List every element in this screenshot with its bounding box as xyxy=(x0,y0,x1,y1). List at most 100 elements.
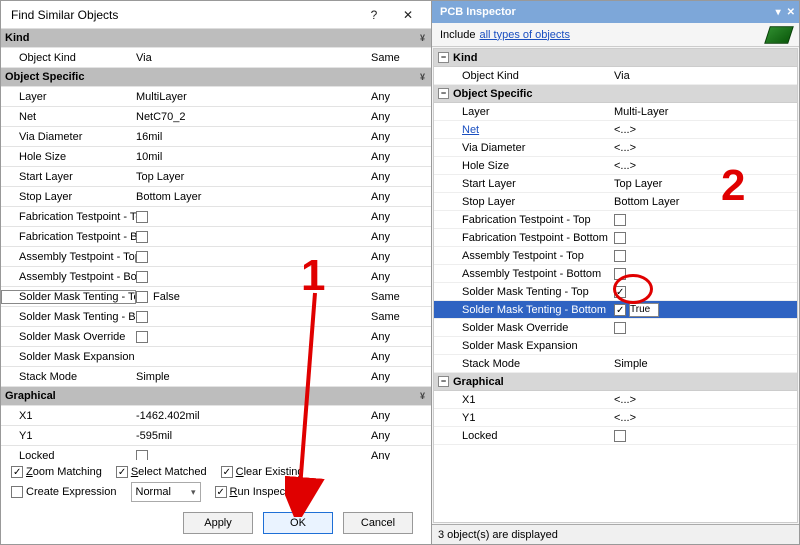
criteria-row[interactable]: Start LayerTop LayerAny xyxy=(1,167,431,187)
inspector-row[interactable]: Solder Mask Tenting - Top xyxy=(434,283,797,301)
section-kind[interactable]: Kind ¥ xyxy=(1,29,431,48)
criteria-row[interactable]: Stop LayerBottom LayerAny xyxy=(1,187,431,207)
criteria-row[interactable]: NetNetC70_2Any xyxy=(1,107,431,127)
criteria-row[interactable]: Hole Size10milAny xyxy=(1,147,431,167)
match-mode[interactable]: Any xyxy=(371,171,431,183)
criteria-row[interactable]: X1-1462.402milAny xyxy=(1,406,431,426)
criteria-row[interactable]: Via Diameter16milAny xyxy=(1,127,431,147)
inspector-row[interactable]: Start LayerTop Layer xyxy=(434,175,797,193)
criteria-row[interactable]: LayerMultiLayerAny xyxy=(1,87,431,107)
inspector-row[interactable]: Hole Size<...> xyxy=(434,157,797,175)
match-mode[interactable]: Any xyxy=(371,410,431,422)
panel-close-icon[interactable]: ✕ xyxy=(787,7,795,18)
criteria-value[interactable] xyxy=(136,310,371,322)
criteria-row[interactable]: Fabrication Testpoint - TopAny xyxy=(1,207,431,227)
criteria-row[interactable]: Assembly Testpoint - TopAny xyxy=(1,247,431,267)
criteria-value[interactable]: 16mil xyxy=(136,131,371,143)
match-mode[interactable]: Any xyxy=(371,331,431,343)
property-value[interactable] xyxy=(610,303,797,317)
inspector-row[interactable]: X1<...> xyxy=(434,391,797,409)
criteria-row[interactable]: Solder Mask OverrideAny xyxy=(1,327,431,347)
value-checkbox[interactable] xyxy=(136,311,148,323)
property-value[interactable]: Top Layer xyxy=(610,178,797,190)
value-checkbox[interactable] xyxy=(136,450,148,460)
property-value[interactable] xyxy=(610,268,797,280)
criteria-row[interactable]: Object KindViaSame xyxy=(1,48,431,68)
property-value[interactable]: Simple xyxy=(610,358,797,370)
inspector-row[interactable]: Fabrication Testpoint - Bottom xyxy=(434,229,797,247)
match-mode[interactable]: Any xyxy=(371,151,431,163)
property-value[interactable] xyxy=(610,430,797,442)
inspector-row[interactable]: Y1<...> xyxy=(434,409,797,427)
mask-mode-select[interactable]: Normal ▾ xyxy=(131,482,201,502)
match-mode[interactable]: Same xyxy=(371,52,431,64)
criteria-value[interactable]: Via xyxy=(136,52,371,64)
criteria-value[interactable]: -595mil xyxy=(136,430,371,442)
match-mode[interactable]: Any xyxy=(371,111,431,123)
value-checkbox[interactable] xyxy=(136,211,148,223)
match-mode[interactable]: Any xyxy=(371,251,431,263)
property-value[interactable] xyxy=(610,214,797,226)
value-checkbox[interactable] xyxy=(136,291,148,303)
inspector-row[interactable]: Via Diameter<...> xyxy=(434,139,797,157)
criteria-row[interactable]: Stack ModeSimpleAny xyxy=(1,367,431,387)
match-mode[interactable]: Any xyxy=(371,450,431,461)
criteria-value[interactable]: NetC70_2 xyxy=(136,111,371,123)
inspector-row[interactable]: Object KindVia xyxy=(434,67,797,85)
create-expression-checkbox[interactable]: Create Expression xyxy=(11,486,117,498)
value-checkbox[interactable] xyxy=(614,232,626,244)
value-checkbox[interactable] xyxy=(136,271,148,283)
criteria-value[interactable] xyxy=(136,230,371,242)
match-mode[interactable]: Any xyxy=(371,91,431,103)
criteria-row[interactable]: Solder Mask Tenting - TopFalseSame xyxy=(1,287,431,307)
inspector-row[interactable]: Locked xyxy=(434,427,797,445)
property-value[interactable]: <...> xyxy=(610,124,797,136)
criteria-value[interactable] xyxy=(136,330,371,342)
match-mode[interactable]: Any xyxy=(371,131,431,143)
criteria-row[interactable]: Y1-595milAny xyxy=(1,426,431,446)
match-mode[interactable]: Same xyxy=(371,291,431,303)
value-checkbox[interactable] xyxy=(136,231,148,243)
property-value[interactable] xyxy=(610,286,797,298)
match-mode[interactable]: Any xyxy=(371,231,431,243)
inspector-row[interactable]: Assembly Testpoint - Top xyxy=(434,247,797,265)
help-button[interactable]: ? xyxy=(357,4,391,26)
criteria-row[interactable]: Fabrication Testpoint - BottomAny xyxy=(1,227,431,247)
property-value[interactable]: Bottom Layer xyxy=(610,196,797,208)
inspector-row[interactable]: Stop LayerBottom Layer xyxy=(434,193,797,211)
criteria-value[interactable] xyxy=(136,210,371,222)
inspector-row[interactable]: Fabrication Testpoint - Top xyxy=(434,211,797,229)
select-matched-checkbox[interactable]: Select Matched xyxy=(116,466,207,478)
value-edit[interactable] xyxy=(629,303,659,317)
value-checkbox[interactable] xyxy=(614,304,626,316)
property-value[interactable] xyxy=(610,232,797,244)
section-graphical[interactable]: Graphical ¥ xyxy=(1,387,431,406)
inspector-row[interactable]: Stack ModeSimple xyxy=(434,355,797,373)
close-button[interactable]: ✕ xyxy=(391,4,425,26)
criteria-value[interactable] xyxy=(136,250,371,262)
match-mode[interactable]: Any xyxy=(371,430,431,442)
criteria-row[interactable]: Assembly Testpoint - BottomAny xyxy=(1,267,431,287)
criteria-value[interactable]: Top Layer xyxy=(136,171,371,183)
match-mode[interactable]: Same xyxy=(371,311,431,323)
value-checkbox[interactable] xyxy=(614,250,626,262)
property-value[interactable]: <...> xyxy=(610,412,797,424)
value-checkbox[interactable] xyxy=(136,251,148,263)
property-value[interactable] xyxy=(610,250,797,262)
criteria-row[interactable]: LockedAny xyxy=(1,446,431,460)
property-value[interactable]: <...> xyxy=(610,160,797,172)
value-checkbox[interactable] xyxy=(614,286,626,298)
inspector-row[interactable]: Solder Mask Expansion xyxy=(434,337,797,355)
criteria-value[interactable]: -1462.402mil xyxy=(136,410,371,422)
inspector-row[interactable]: Solder Mask Override xyxy=(434,319,797,337)
run-inspector-checkbox[interactable]: Run Inspector xyxy=(215,486,299,498)
inspector-section-gfx[interactable]: − Graphical xyxy=(434,373,797,391)
inspector-section-obj[interactable]: − Object Specific xyxy=(434,85,797,103)
criteria-value[interactable]: 10mil xyxy=(136,151,371,163)
inspector-row[interactable]: Solder Mask Tenting - Bottom xyxy=(434,301,797,319)
value-checkbox[interactable] xyxy=(614,268,626,280)
property-value[interactable]: <...> xyxy=(610,394,797,406)
match-mode[interactable]: Any xyxy=(371,351,431,363)
criteria-value[interactable] xyxy=(136,270,371,282)
criteria-value[interactable]: Simple xyxy=(136,371,371,383)
